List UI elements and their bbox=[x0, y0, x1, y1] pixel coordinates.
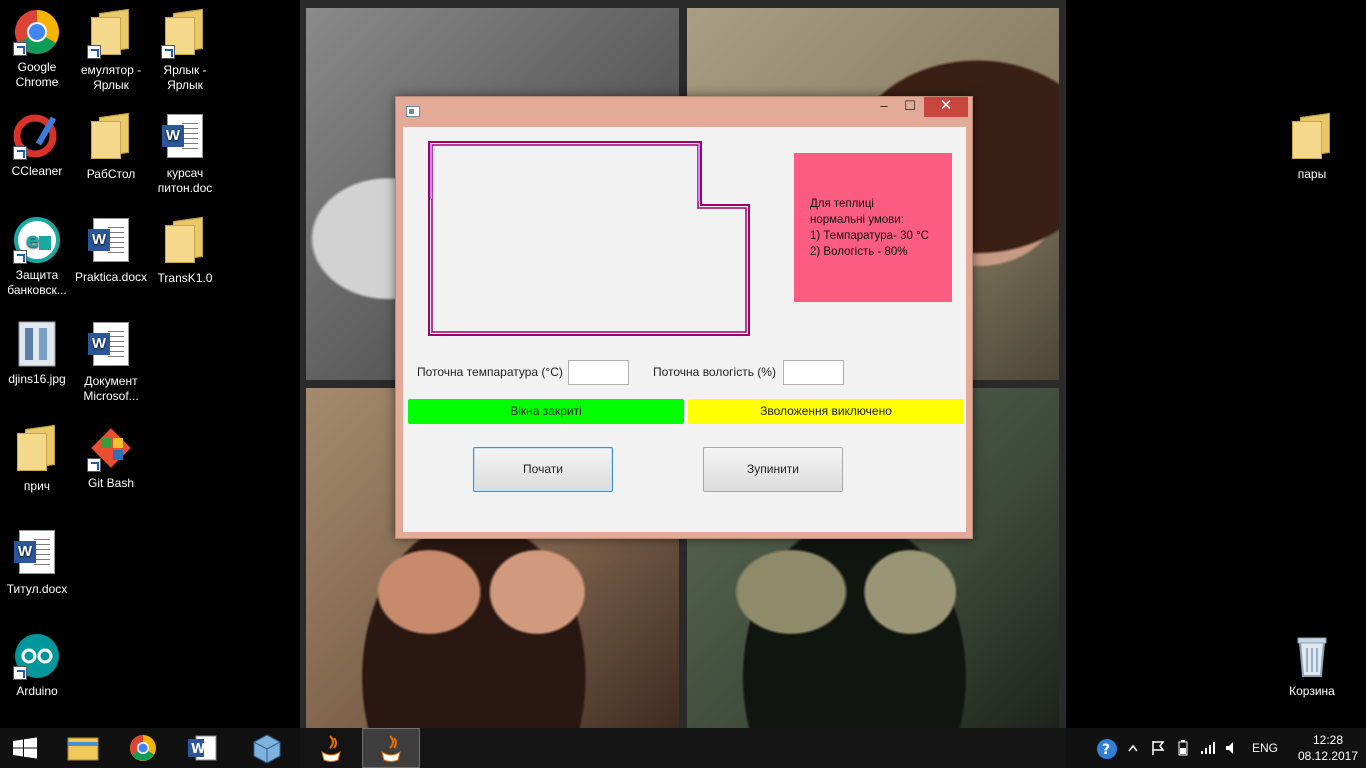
window-content: Для теплиці нормальні умови: 1) Темпарат… bbox=[403, 127, 966, 532]
desktop-icon-label: Praktica.docx bbox=[74, 270, 148, 284]
taskbar: W ? ENG 12:28 08.12.2017 bbox=[0, 728, 1366, 768]
file-explorer-icon bbox=[67, 737, 99, 761]
norms-line: 1) Темпаратура- 30 °C bbox=[810, 230, 929, 242]
folder-icon bbox=[87, 112, 135, 163]
recycle-bin-icon bbox=[1288, 632, 1336, 680]
clock-date[interactable]: 08.12.2017 bbox=[1296, 749, 1360, 763]
word-doc-icon: W bbox=[161, 114, 209, 162]
taskbar-chrome[interactable] bbox=[114, 728, 172, 768]
ccleaner-icon bbox=[13, 112, 61, 160]
svg-text:e: e bbox=[26, 228, 40, 252]
windows-start-button[interactable] bbox=[0, 728, 50, 768]
word-doc-icon: W bbox=[13, 530, 61, 578]
norms-line: 2) Вологість - 80% bbox=[810, 246, 908, 258]
language-indicator[interactable]: ENG bbox=[1252, 741, 1278, 755]
humidity-label: Поточна вологість (%) bbox=[653, 365, 776, 379]
desktop-icon-label: Arduino bbox=[16, 684, 58, 698]
desktop-icon-kursach[interactable]: W курсач питон.doc bbox=[148, 112, 222, 196]
desktop-icon-pary[interactable]: пары bbox=[1275, 112, 1349, 182]
taskbar-word[interactable]: W bbox=[174, 728, 232, 768]
git-bash-icon bbox=[87, 424, 135, 472]
desktop-icon-label: Корзина bbox=[1289, 684, 1335, 698]
desktop-icon-label: Защита банковск... bbox=[7, 268, 67, 297]
svg-text:W: W bbox=[191, 742, 205, 757]
desktop-icon-label: Google Chrome bbox=[15, 60, 59, 89]
desktop-icon-transk[interactable]: TransK1.0 bbox=[148, 216, 222, 286]
start-button[interactable]: Почати bbox=[473, 447, 613, 492]
taskbar-java-app[interactable] bbox=[302, 728, 360, 768]
greenhouse-app-window: ‒ ☐ ✕ Для теплиці нормальні умови: 1) Те… bbox=[395, 96, 973, 539]
desktop-icon-label: Титул.docx bbox=[6, 582, 68, 596]
folder-icon bbox=[1288, 112, 1336, 163]
clock-time[interactable]: 12:28 bbox=[1304, 733, 1352, 747]
desktop-icon-label: емулятор - Ярлык bbox=[80, 63, 142, 92]
svg-text:?: ? bbox=[1102, 742, 1110, 758]
arduino-icon bbox=[13, 632, 61, 680]
virtualbox-icon bbox=[253, 734, 281, 764]
windows-status-indicator: Вікна закриті bbox=[408, 399, 684, 424]
temperature-field[interactable] bbox=[568, 360, 629, 385]
humidity-field[interactable] bbox=[783, 360, 844, 385]
window-titlebar[interactable]: ‒ ☐ ✕ bbox=[396, 97, 972, 127]
volume-icon[interactable] bbox=[1224, 740, 1240, 756]
word-doc-icon: W bbox=[87, 322, 135, 370]
desktop-icon-bank-protection[interactable]: e Защита банковск... bbox=[0, 216, 74, 298]
folder-icon bbox=[161, 216, 209, 267]
battery-icon[interactable] bbox=[1176, 740, 1192, 756]
stop-button[interactable]: Зупинити bbox=[703, 447, 843, 492]
show-hidden-icons-chevron-icon[interactable] bbox=[1128, 744, 1138, 752]
desktop-icon-prich[interactable]: прич bbox=[0, 424, 74, 494]
windows-logo-icon bbox=[13, 737, 37, 759]
java-icon bbox=[321, 735, 341, 762]
taskbar-java-app-active[interactable] bbox=[362, 728, 420, 768]
folder-icon bbox=[13, 424, 61, 475]
greenhouse-norms-panel: Для теплиці нормальні умови: 1) Темпарат… bbox=[794, 153, 952, 302]
desktop-icon-recycle-bin[interactable]: Корзина bbox=[1275, 632, 1349, 699]
network-signal-icon[interactable] bbox=[1200, 740, 1216, 756]
app-window-icon bbox=[406, 106, 420, 117]
chrome-icon bbox=[130, 735, 156, 761]
desktop-icon-label: прич bbox=[23, 479, 51, 493]
desktop-icon-arduino[interactable]: Arduino bbox=[0, 632, 74, 699]
taskbar-virtualbox[interactable] bbox=[238, 728, 296, 768]
desktop-icon-label: пары bbox=[1297, 167, 1327, 181]
word-icon: W bbox=[188, 735, 217, 761]
desktop-icon-ccleaner[interactable]: CCleaner bbox=[0, 112, 74, 179]
desktop-icon-label: TransK1.0 bbox=[157, 271, 213, 285]
desktop-icon-document-microsoft[interactable]: W Документ Microsof... bbox=[74, 320, 148, 404]
desktop-icon-label: Git Bash bbox=[87, 476, 135, 490]
greenhouse-outline-drawing bbox=[428, 141, 750, 336]
desktop-icon-label: курсач питон.doc bbox=[157, 166, 213, 195]
desktop-icon-label: Ярлык - Ярлык bbox=[163, 63, 207, 92]
java-icon bbox=[381, 735, 401, 762]
minimize-button[interactable]: ‒ bbox=[872, 97, 896, 117]
desktop-icon-label: djins16.jpg bbox=[8, 372, 66, 386]
desktop-icon-emulator[interactable]: емулятор - Ярлык bbox=[74, 8, 148, 93]
desktop-icon-djins[interactable]: djins16.jpg bbox=[0, 320, 74, 387]
norms-line: нормальні умови: bbox=[810, 214, 904, 226]
desktop-icon-shortcut-shortcut[interactable]: Ярлык - Ярлык bbox=[148, 8, 222, 93]
bank-protection-icon: e bbox=[13, 216, 61, 264]
taskbar-file-explorer[interactable] bbox=[54, 728, 112, 768]
action-center-flag-icon[interactable] bbox=[1150, 740, 1166, 756]
desktop-icon-rabstol[interactable]: РабСтол bbox=[74, 112, 148, 182]
image-file-icon bbox=[13, 320, 61, 368]
help-icon[interactable]: ? bbox=[1096, 738, 1118, 760]
desktop-icon-label: Документ Microsof... bbox=[83, 374, 139, 403]
word-doc-icon: W bbox=[87, 218, 135, 266]
desktop-icon-google-chrome[interactable]: Google Chrome bbox=[0, 8, 74, 90]
humidifier-status-indicator: Зволоження виключено bbox=[688, 399, 964, 424]
desktop-icon-titul[interactable]: W Титул.docx bbox=[0, 528, 74, 597]
norms-line: Для теплиці bbox=[810, 198, 874, 210]
chrome-icon bbox=[13, 8, 61, 56]
close-button[interactable]: ✕ bbox=[924, 97, 968, 117]
desktop-icon-git-bash[interactable]: Git Bash bbox=[74, 424, 148, 491]
folder-icon bbox=[161, 8, 209, 59]
folder-icon bbox=[87, 8, 135, 59]
desktop-icon-praktica[interactable]: W Praktica.docx bbox=[74, 216, 148, 285]
temperature-label: Поточна темпаратура (°C) bbox=[417, 365, 563, 379]
desktop-icon-label: РабСтол bbox=[86, 167, 136, 181]
desktop-icon-label: CCleaner bbox=[11, 164, 63, 178]
maximize-button[interactable]: ☐ bbox=[898, 97, 922, 117]
